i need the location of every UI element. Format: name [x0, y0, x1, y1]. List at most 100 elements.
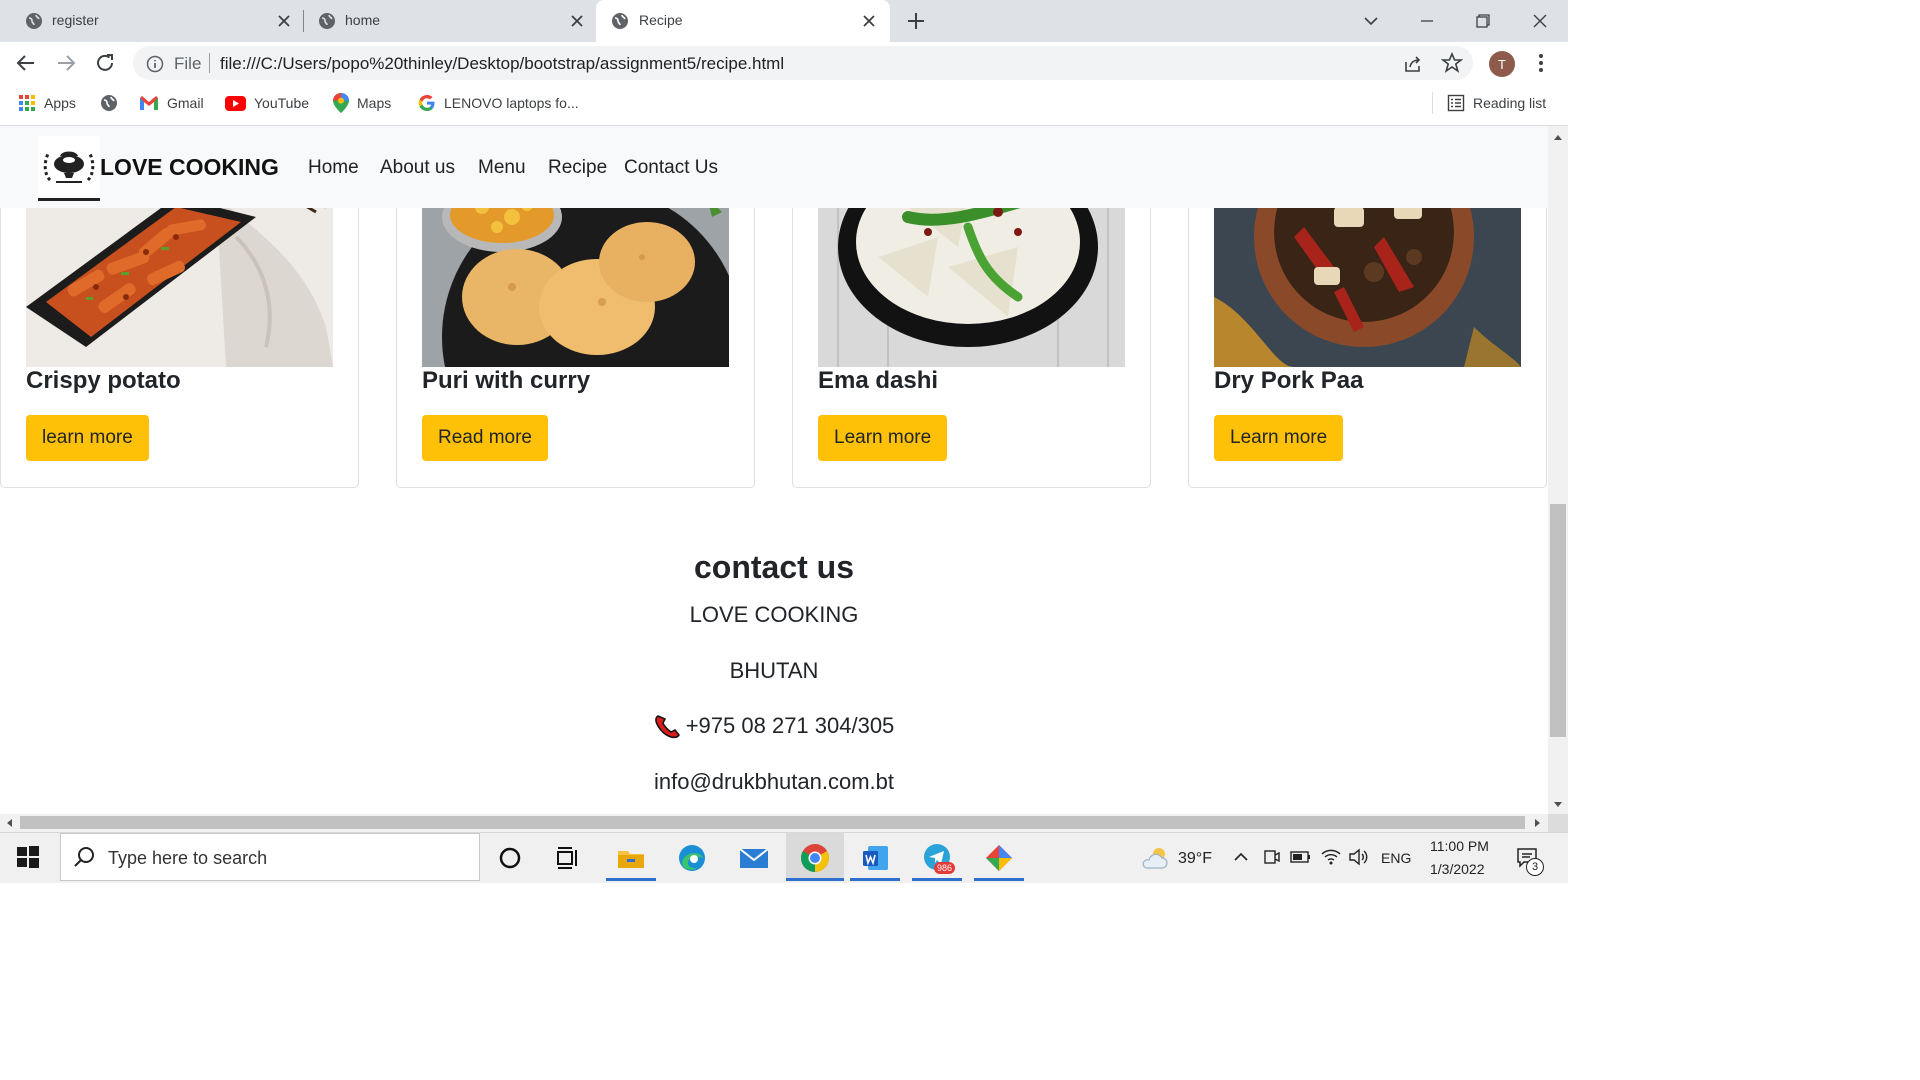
info-icon[interactable]	[146, 55, 164, 73]
tab-search-chevron-icon[interactable]	[1358, 8, 1384, 34]
learn-more-button[interactable]: Learn more	[1214, 415, 1344, 461]
profile-avatar[interactable]: T	[1489, 51, 1515, 77]
bookmark-maps[interactable]: Maps	[333, 93, 391, 113]
nav-link-about[interactable]: About us	[380, 157, 455, 179]
app-diamond-icon[interactable]	[983, 842, 1015, 874]
tab-title: home	[345, 12, 381, 28]
menu-kebab-icon[interactable]	[1530, 52, 1552, 74]
taskbar-search-placeholder: Type here to search	[108, 848, 268, 868]
globe-icon	[318, 12, 336, 30]
learn-more-button[interactable]: Learn more	[818, 415, 948, 461]
close-icon[interactable]	[568, 12, 586, 30]
edge-icon[interactable]	[676, 842, 708, 874]
tab-home[interactable]: home	[293, 0, 593, 42]
recipe-title: Puri with curry	[422, 367, 591, 394]
reading-list-label: Reading list	[1473, 95, 1547, 111]
language-indicator[interactable]: ENG	[1381, 850, 1411, 866]
close-icon[interactable]	[275, 12, 293, 30]
clock-date[interactable]: 1/3/2022	[1430, 861, 1485, 877]
tab-title: register	[52, 12, 99, 28]
word-icon[interactable]	[860, 842, 892, 874]
reading-list-button[interactable]: Reading list	[1447, 93, 1546, 113]
page-viewport: LOVE COOKING Home About us Menu Recipe C…	[0, 126, 1548, 814]
site-brand[interactable]: LOVE COOKING	[100, 154, 279, 181]
bookmark-label: Apps	[44, 95, 76, 111]
windows-start-icon[interactable]	[16, 845, 48, 877]
bookmark-label: LENOVO laptops fo...	[444, 95, 579, 111]
contact-name: LOVE COOKING	[689, 602, 859, 627]
bookmark-label: Gmail	[167, 95, 204, 111]
back-icon[interactable]	[15, 52, 37, 74]
tab-title: Recipe	[639, 12, 683, 28]
nav-link-contact[interactable]: Contact Us	[624, 157, 718, 179]
cortana-icon[interactable]	[496, 842, 528, 874]
reload-icon[interactable]	[94, 52, 116, 74]
clock-time[interactable]: 11:00 PM	[1430, 838, 1489, 854]
contact-phone: +975 08 271 304/305	[685, 713, 895, 738]
site-logo[interactable]	[38, 136, 100, 201]
learn-more-button[interactable]: learn more	[26, 415, 149, 461]
contact-country: BHUTAN	[729, 658, 819, 683]
battery-icon[interactable]	[1290, 846, 1322, 878]
telegram-badge: 986	[934, 862, 956, 874]
bookmark-lenovo[interactable]: LENOVO laptops fo...	[418, 93, 579, 113]
phone-icon	[654, 713, 682, 739]
tray-chevron-up-icon[interactable]	[1230, 846, 1262, 878]
recipe-title: Dry Pork Paa	[1214, 367, 1364, 394]
nav-link-home[interactable]: Home	[308, 157, 359, 179]
share-icon[interactable]	[1402, 53, 1424, 75]
recipe-card: Ema dashi Learn more	[792, 176, 1151, 488]
tab-register[interactable]: register	[0, 0, 300, 42]
site-navbar: LOVE COOKING Home About us Menu Recipe C…	[0, 126, 1548, 208]
horizontal-scroll-thumb[interactable]	[20, 816, 1525, 829]
bookmark-label: YouTube	[254, 95, 310, 111]
tab-recipe[interactable]: Recipe	[596, 0, 890, 42]
address-url[interactable]: file:///C:/Users/popo%20thinley/Desktop/…	[220, 54, 784, 74]
chrome-icon[interactable]	[799, 842, 831, 874]
recipe-card: Dry Pork Paa Learn more	[1188, 176, 1547, 488]
app-active-indicator	[850, 878, 900, 881]
bookmark-globe[interactable]	[100, 93, 126, 113]
app-active-indicator	[606, 878, 656, 881]
file-explorer-icon[interactable]	[615, 842, 647, 874]
app-active-indicator	[974, 878, 1024, 881]
forward-icon[interactable]	[55, 52, 77, 74]
restore-icon[interactable]	[1470, 8, 1496, 34]
maps-icon	[333, 93, 349, 113]
volume-icon[interactable]	[1348, 846, 1380, 878]
bookmarks-separator	[1432, 92, 1433, 114]
close-window-icon[interactable]	[1527, 8, 1553, 34]
recipe-card: Puri with curry Read more	[396, 176, 755, 488]
task-view-icon[interactable]	[553, 842, 585, 874]
google-icon	[418, 94, 436, 112]
gmail-icon	[139, 95, 159, 111]
weather-icon[interactable]	[1140, 844, 1172, 876]
vertical-scroll-thumb[interactable]	[1550, 504, 1566, 737]
bookmark-label: Maps	[357, 95, 392, 111]
mail-icon[interactable]	[738, 842, 770, 874]
app-active-indicator	[786, 878, 844, 881]
recipe-title: Ema dashi	[818, 367, 939, 394]
address-scheme: File	[174, 54, 202, 73]
nav-link-menu[interactable]: Menu	[478, 157, 526, 179]
read-more-button[interactable]: Read more	[422, 415, 548, 461]
bookmark-youtube[interactable]: YouTube	[225, 93, 309, 113]
new-tab-icon[interactable]	[905, 10, 927, 32]
contact-heading: contact us	[693, 549, 855, 585]
address-separator	[209, 53, 210, 73]
nav-link-recipe[interactable]: Recipe	[548, 157, 607, 179]
notification-count: 3	[1526, 858, 1544, 876]
globe-icon	[611, 12, 629, 30]
minimize-icon[interactable]	[1414, 8, 1440, 34]
bookmark-apps[interactable]: Apps	[18, 93, 76, 113]
close-icon[interactable]	[860, 12, 878, 30]
globe-icon	[25, 12, 43, 30]
scrollbar-corner	[1548, 814, 1568, 832]
bookmark-gmail[interactable]: Gmail	[139, 93, 204, 113]
contact-email[interactable]: info@drukbhutan.com.bt	[0, 769, 1548, 795]
recipe-card: Crispy potato learn more	[0, 176, 359, 488]
search-icon	[72, 845, 104, 877]
bookmark-star-icon[interactable]	[1441, 52, 1463, 74]
weather-temp: 39°F	[1178, 850, 1212, 867]
app-active-indicator	[912, 878, 962, 881]
